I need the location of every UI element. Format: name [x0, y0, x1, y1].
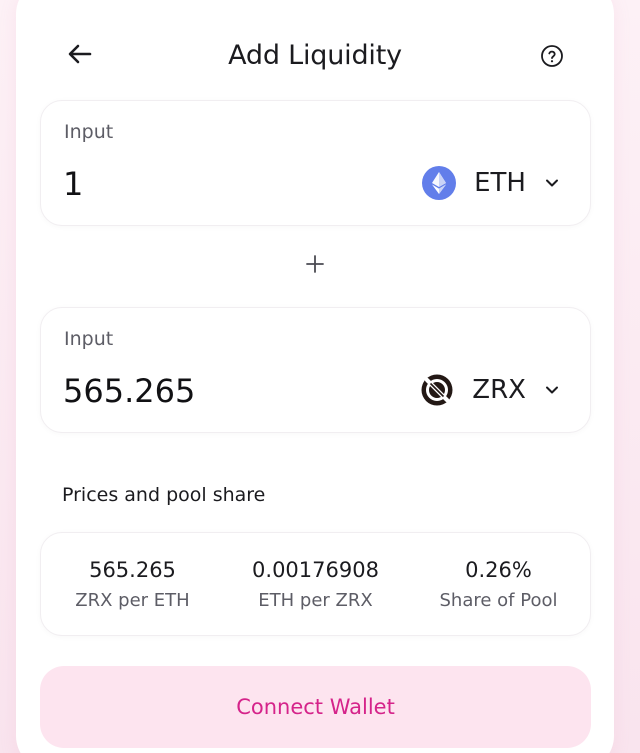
input-label: Input	[64, 328, 114, 350]
chevron-down-icon	[544, 175, 560, 191]
stat-value: 0.26%	[465, 557, 532, 582]
stat-value: 0.00176908	[252, 557, 379, 582]
chevron-down-icon	[544, 382, 560, 398]
amount-input-eth[interactable]	[63, 159, 363, 209]
zrx-icon	[420, 373, 455, 407]
question-circle-icon	[541, 45, 563, 67]
token-input-panel-a: Input ETH	[40, 100, 591, 226]
input-label: Input	[64, 121, 114, 143]
stat-label: ZRX per ETH	[75, 589, 190, 611]
token-select-eth[interactable]: ETH	[422, 161, 560, 205]
help-button[interactable]	[540, 44, 564, 68]
pool-stats-panel: 565.265 ZRX per ETH 0.00176908 ETH per Z…	[40, 532, 591, 636]
stat-value: 565.265	[89, 557, 176, 582]
header: Add Liquidity	[16, 0, 614, 112]
plus-icon	[303, 252, 327, 276]
ethereum-icon	[422, 166, 457, 200]
token-symbol: ETH	[474, 168, 526, 198]
stat-label: Share of Pool	[439, 589, 558, 611]
stat-rate-eth-per-zrx: 0.00176908 ETH per ZRX	[224, 533, 407, 635]
token-symbol: ZRX	[472, 375, 526, 405]
page-title: Add Liquidity	[228, 40, 402, 71]
stat-pool-share: 0.26% Share of Pool	[407, 533, 590, 635]
stat-rate-zrx-per-eth: 565.265 ZRX per ETH	[41, 533, 224, 635]
connect-wallet-button[interactable]: Connect Wallet	[40, 666, 591, 748]
pool-section-title: Prices and pool share	[62, 484, 266, 506]
token-select-zrx[interactable]: ZRX	[420, 368, 560, 412]
stat-label: ETH per ZRX	[258, 589, 373, 611]
amount-input-zrx[interactable]	[63, 366, 363, 416]
token-input-panel-b: Input ZRX	[40, 307, 591, 433]
